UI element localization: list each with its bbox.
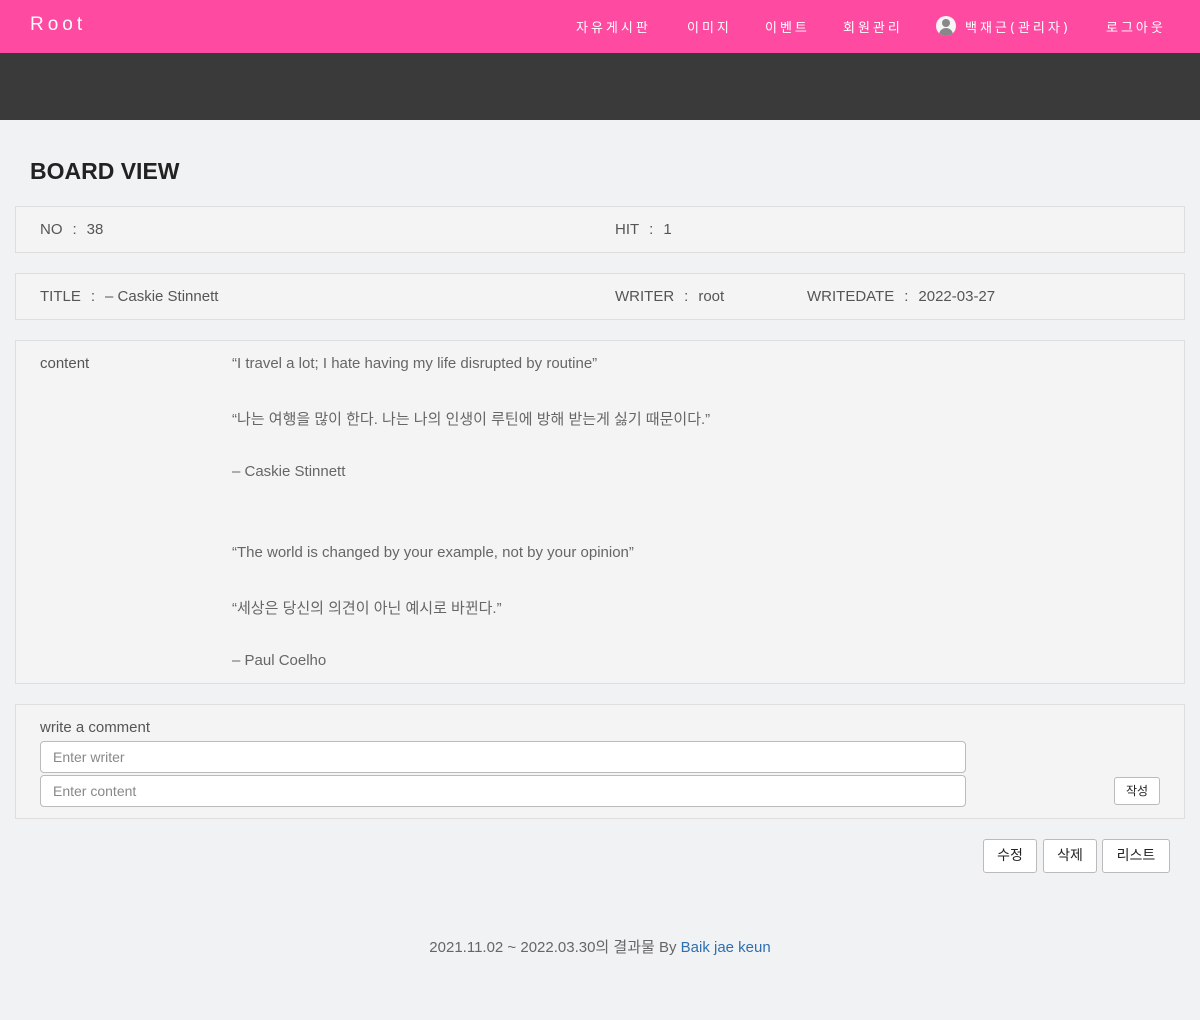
title-value: – Caskie Stinnett: [105, 288, 219, 305]
no-label: NO: [40, 221, 63, 238]
user-avatar-icon[interactable]: [936, 16, 956, 36]
content-line: “세상은 당신의 의견이 아닌 예시로 바뀐다.”: [232, 600, 502, 617]
content-line: “The world is changed by your example, n…: [232, 544, 634, 561]
footer-text: 2021.11.02 ~ 2022.03.30의 결과물 By: [429, 939, 681, 956]
page-title: BOARD VIEW: [30, 158, 180, 184]
title-label: TITLE: [40, 288, 81, 305]
writer-label: WRITER: [615, 288, 675, 305]
top-navbar: Root 자유게시판 이미지 이벤트 회원관리 백재근(관리자) 로그아웃: [0, 0, 1200, 53]
writer-separator: :: [684, 288, 689, 305]
nav-member-management[interactable]: 회원관리: [843, 17, 903, 36]
content-label: content: [40, 355, 90, 372]
writedate-separator: :: [904, 288, 909, 305]
page-banner: [0, 53, 1200, 120]
writedate-value: 2022-03-27: [918, 288, 996, 305]
comment-content-input[interactable]: [40, 775, 966, 807]
content-line: – Paul Coelho: [232, 652, 327, 669]
writer-value: root: [698, 288, 725, 305]
no-value: 38: [86, 221, 104, 238]
nav-images[interactable]: 이미지: [687, 17, 732, 36]
writedate-label: WRITEDATE: [807, 288, 895, 305]
hit-separator: :: [649, 221, 654, 238]
content-line: “나는 여행을 많이 한다. 나는 나의 인생이 루틴에 방해 받는게 싫기 때…: [232, 411, 711, 428]
writer-field: WRITER: root: [615, 288, 724, 305]
nav-logout[interactable]: 로그아웃: [1106, 17, 1166, 36]
content-line: – Caskie Stinnett: [232, 463, 346, 480]
comment-panel: write a comment 작성: [15, 704, 1185, 819]
brand-logo[interactable]: Root: [30, 14, 86, 36]
no-separator: :: [72, 221, 77, 238]
hit-value: 1: [663, 221, 672, 238]
content-line: “I travel a lot; I hate having my life d…: [232, 355, 598, 372]
footer: 2021.11.02 ~ 2022.03.30의 결과물 By Baik jae…: [0, 936, 1200, 957]
edit-button[interactable]: 수정: [983, 839, 1037, 873]
delete-button[interactable]: 삭제: [1043, 839, 1097, 873]
nav-user-profile[interactable]: 백재근(관리자): [965, 17, 1071, 36]
nav-events[interactable]: 이벤트: [765, 17, 810, 36]
writedate-field: WRITEDATE:2022-03-27: [807, 288, 995, 305]
hit-field: HIT:1: [615, 221, 672, 238]
info-panel-no-hit: NO:38 HIT:1: [15, 206, 1185, 253]
comment-submit-button[interactable]: 작성: [1114, 777, 1160, 805]
content-panel: content “I travel a lot; I hate having m…: [15, 340, 1185, 684]
comment-heading: write a comment: [40, 719, 151, 736]
comment-writer-input[interactable]: [40, 741, 966, 773]
title-field: TITLE: – Caskie Stinnett: [40, 288, 218, 305]
no-field: NO:38: [40, 221, 103, 238]
list-button[interactable]: 리스트: [1102, 839, 1170, 873]
nav-free-board[interactable]: 자유게시판: [576, 17, 651, 36]
footer-author-link[interactable]: Baik jae keun: [681, 939, 771, 956]
hit-label: HIT: [615, 221, 640, 238]
info-panel-title: TITLE: – Caskie Stinnett WRITER: root WRIT…: [15, 273, 1185, 320]
title-separator: :: [90, 288, 96, 305]
